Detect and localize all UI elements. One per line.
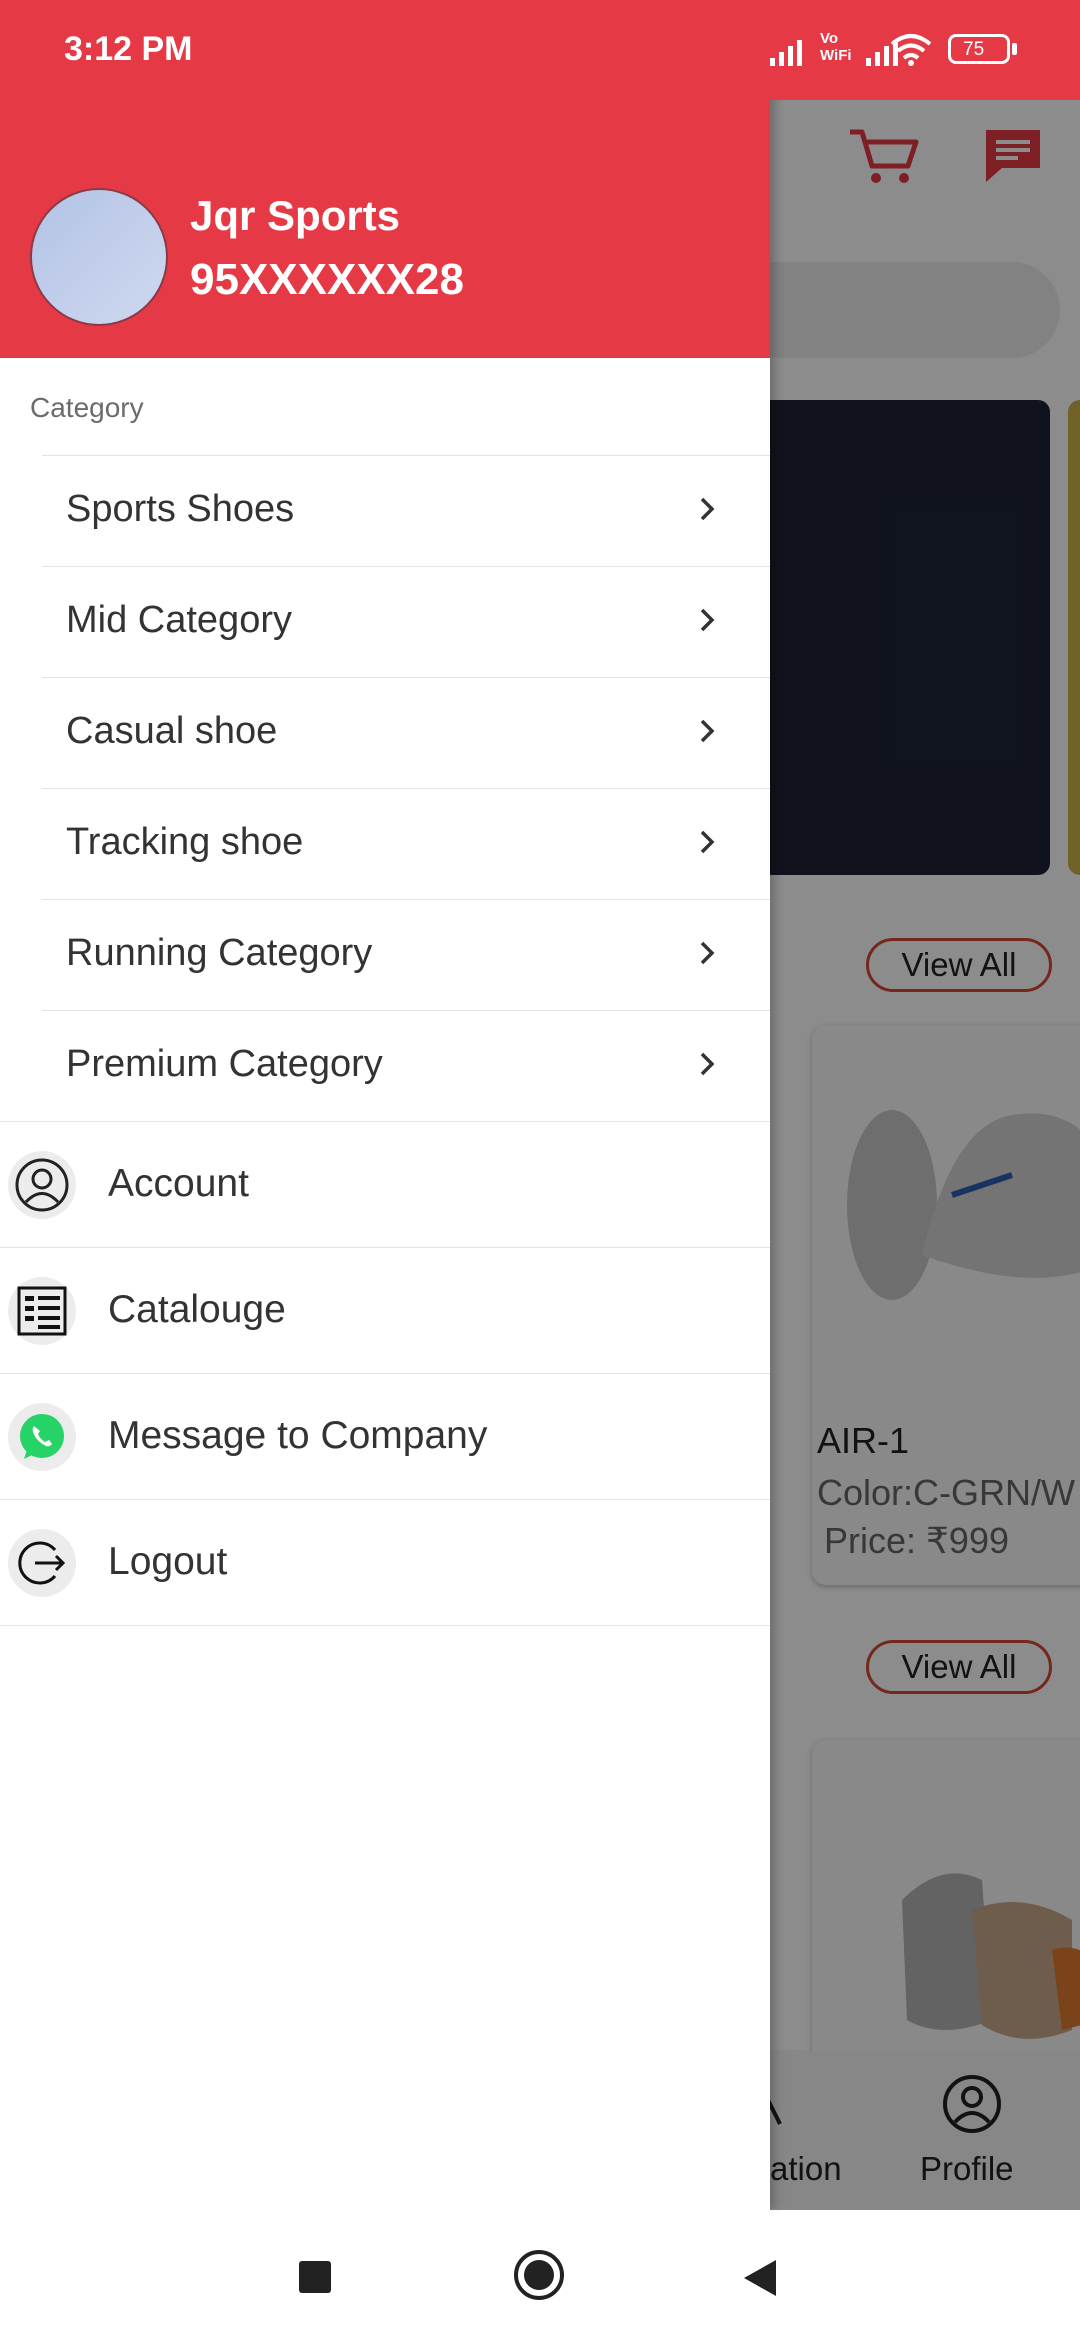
avatar[interactable] bbox=[30, 188, 168, 326]
category-item-label: Casual shoe bbox=[66, 710, 278, 752]
category-section-header: Category bbox=[30, 392, 144, 423]
category-item-premium-category[interactable]: Premium Category bbox=[42, 1010, 770, 1120]
status-bar-indicators: Vo WiFi 75 bbox=[770, 0, 1080, 100]
back-icon[interactable] bbox=[742, 2258, 778, 2298]
battery-level: 75 bbox=[963, 39, 985, 60]
status-bar: 3:12 PM bbox=[0, 0, 770, 100]
menu-item-label: Catalouge bbox=[108, 1288, 286, 1331]
category-item-label: Running Category bbox=[66, 932, 373, 974]
chevron-right-icon bbox=[700, 941, 715, 965]
status-time: 3:12 PM bbox=[64, 30, 193, 68]
signal-icon bbox=[770, 40, 802, 66]
battery-icon: 75 bbox=[948, 34, 1010, 64]
menu-item-label: Message to Company bbox=[108, 1414, 488, 1457]
navigation-drawer: Jqr Sports 95XXXXXX28 Category Sports Sh… bbox=[0, 0, 770, 2210]
menu-item-message-to-company[interactable]: Message to Company bbox=[0, 1373, 770, 1499]
chevron-right-icon bbox=[700, 497, 715, 521]
category-item-casual-shoe[interactable]: Casual shoe bbox=[42, 677, 770, 787]
chevron-right-icon bbox=[700, 719, 715, 743]
account-icon bbox=[8, 1151, 76, 1219]
category-item-sports-shoes[interactable]: Sports Shoes bbox=[42, 455, 770, 565]
chevron-right-icon bbox=[700, 1052, 715, 1076]
battery-tip bbox=[1012, 43, 1017, 55]
divider bbox=[0, 1625, 770, 1626]
category-item-running-category[interactable]: Running Category bbox=[42, 899, 770, 1009]
vowifi-label: Vo WiFi bbox=[820, 30, 852, 64]
category-item-label: Premium Category bbox=[66, 1043, 383, 1085]
chevron-right-icon bbox=[700, 608, 715, 632]
system-navigation-bar bbox=[0, 2210, 1080, 2340]
category-item-label: Sports Shoes bbox=[66, 488, 295, 530]
chevron-right-icon bbox=[700, 830, 715, 854]
menu-item-logout[interactable]: Logout bbox=[0, 1499, 770, 1625]
menu-item-account[interactable]: Account bbox=[0, 1121, 770, 1247]
category-item-label: Tracking shoe bbox=[66, 821, 304, 863]
menu-item-label: Account bbox=[108, 1162, 249, 1205]
user-name: Jqr Sports bbox=[190, 192, 401, 239]
user-phone: 95XXXXXX28 bbox=[190, 255, 464, 304]
category-item-label: Mid Category bbox=[66, 599, 292, 641]
catalogue-icon bbox=[8, 1277, 76, 1345]
recents-icon[interactable] bbox=[298, 2260, 332, 2294]
wifi-icon bbox=[890, 34, 932, 66]
category-item-tracking-shoe[interactable]: Tracking shoe bbox=[42, 788, 770, 898]
logout-icon bbox=[8, 1529, 76, 1597]
category-item-mid-category[interactable]: Mid Category bbox=[42, 566, 770, 676]
menu-item-label: Logout bbox=[108, 1540, 228, 1583]
whatsapp-icon bbox=[8, 1403, 76, 1471]
home-icon[interactable] bbox=[512, 2248, 566, 2302]
menu-item-catalogue[interactable]: Catalouge bbox=[0, 1247, 770, 1373]
